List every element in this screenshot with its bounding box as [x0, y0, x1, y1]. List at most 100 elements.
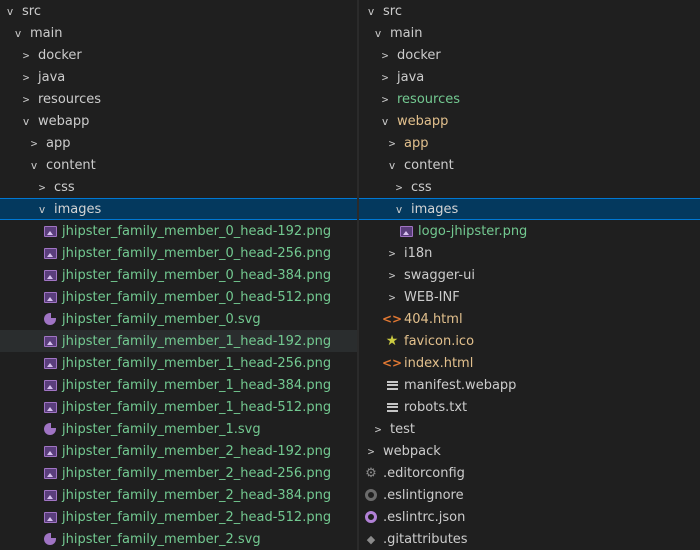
chevron-down-icon[interactable]	[377, 113, 393, 129]
chevron-right-icon[interactable]	[18, 91, 34, 107]
tree-folder-test[interactable]: test	[359, 418, 700, 440]
image-file-icon	[42, 333, 58, 349]
chevron-right-icon[interactable]	[377, 91, 393, 107]
tree-folder-main[interactable]: main	[359, 22, 700, 44]
tree-file-jhipster-family-member-1-head-512-png[interactable]: jhipster_family_member_1_head-512.png	[0, 396, 357, 418]
tree-file-jhipster-family-member-2-head-384-png[interactable]: jhipster_family_member_2_head-384.png	[0, 484, 357, 506]
chevron-right-icon[interactable]	[18, 69, 34, 85]
tree-item-label: app	[46, 135, 71, 151]
chevron-right-icon[interactable]	[363, 443, 379, 459]
tree-item-label: index.html	[404, 355, 474, 371]
left-explorer-tree[interactable]: src main docker java resources webapp app conte…	[0, 0, 357, 550]
chevron-right-icon[interactable]	[34, 179, 50, 195]
chevron-right-icon[interactable]	[18, 47, 34, 63]
chevron-down-icon[interactable]	[26, 157, 42, 173]
tree-folder-i18n[interactable]: i18n	[359, 242, 700, 264]
tree-file-gitattributes[interactable]: ◆ .gitattributes	[359, 528, 700, 550]
chevron-right-icon[interactable]	[391, 179, 407, 195]
chevron-down-icon[interactable]	[2, 3, 18, 19]
tree-file-jhipster-family-member-0-head-384-png[interactable]: jhipster_family_member_0_head-384.png	[0, 264, 357, 286]
chevron-right-icon[interactable]	[384, 135, 400, 151]
tree-file-jhipster-family-member-2-head-512-png[interactable]: jhipster_family_member_2_head-512.png	[0, 506, 357, 528]
tree-folder-webpack[interactable]: webpack	[359, 440, 700, 462]
tree-file-jhipster-family-member-0-head-512-png[interactable]: jhipster_family_member_0_head-512.png	[0, 286, 357, 308]
tree-file-jhipster-family-member-0-head-256-png[interactable]: jhipster_family_member_0_head-256.png	[0, 242, 357, 264]
tree-folder-css[interactable]: css	[359, 176, 700, 198]
tree-file-jhipster-family-member-2-head-256-png[interactable]: jhipster_family_member_2_head-256.png	[0, 462, 357, 484]
chevron-down-icon[interactable]	[10, 25, 26, 41]
image-file-icon	[42, 289, 58, 305]
tree-file-jhipster-family-member-0-svg[interactable]: jhipster_family_member_0.svg	[0, 308, 357, 330]
tree-folder-content[interactable]: content	[0, 154, 357, 176]
tree-folder-css[interactable]: css	[0, 176, 357, 198]
tree-folder-src[interactable]: src	[359, 0, 700, 22]
tree-file-jhipster-family-member-1-head-384-png[interactable]: jhipster_family_member_1_head-384.png	[0, 374, 357, 396]
tree-folder-java[interactable]: java	[359, 66, 700, 88]
tree-item-label: favicon.ico	[404, 333, 475, 349]
tree-file-jhipster-family-member-2-svg[interactable]: jhipster_family_member_2.svg	[0, 528, 357, 550]
right-explorer-tree[interactable]: src main docker java resources webapp app conte…	[359, 0, 700, 550]
chevron-right-icon[interactable]	[384, 245, 400, 261]
tree-file-eslintignore[interactable]: .eslintignore	[359, 484, 700, 506]
tree-folder-webapp[interactable]: webapp	[0, 110, 357, 132]
tree-file-editorconfig[interactable]: ⚙ .editorconfig	[359, 462, 700, 484]
tree-folder-webapp[interactable]: webapp	[359, 110, 700, 132]
svg-file-icon	[42, 311, 58, 327]
image-file-icon	[42, 267, 58, 283]
tree-file-jhipster-family-member-1-svg[interactable]: jhipster_family_member_1.svg	[0, 418, 357, 440]
tree-item-label: webapp	[38, 113, 90, 129]
image-file-icon	[42, 245, 58, 261]
tree-file-favicon-ico[interactable]: ★ favicon.ico	[359, 330, 700, 352]
chevron-down-icon[interactable]	[363, 3, 379, 19]
tree-item-label: src	[383, 3, 402, 19]
tree-item-label: docker	[38, 47, 82, 63]
tree-item-label: main	[30, 25, 63, 41]
tree-file-robots-txt[interactable]: robots.txt	[359, 396, 700, 418]
tree-folder-swagger-ui[interactable]: swagger-ui	[359, 264, 700, 286]
tree-folder-images[interactable]: images	[359, 198, 700, 220]
tree-folder-app[interactable]: app	[359, 132, 700, 154]
tree-item-label: css	[54, 179, 75, 195]
chevron-down-icon[interactable]	[34, 201, 50, 217]
tree-file-jhipster-family-member-1-head-192-png[interactable]: jhipster_family_member_1_head-192.png	[0, 330, 357, 352]
tree-folder-resources[interactable]: resources	[359, 88, 700, 110]
tree-file-404-html[interactable]: <> 404.html	[359, 308, 700, 330]
tree-item-label: java	[397, 69, 425, 85]
image-file-icon	[42, 223, 58, 239]
chevron-down-icon[interactable]	[391, 201, 407, 217]
tree-file-manifest-webapp[interactable]: manifest.webapp	[359, 374, 700, 396]
tree-item-label: content	[46, 157, 96, 173]
tree-folder-app[interactable]: app	[0, 132, 357, 154]
tree-item-label: images	[54, 201, 102, 217]
tree-folder-content[interactable]: content	[359, 154, 700, 176]
tree-file-jhipster-family-member-2-head-192-png[interactable]: jhipster_family_member_2_head-192.png	[0, 440, 357, 462]
tree-file-logo-jhipster-png[interactable]: logo-jhipster.png	[359, 220, 700, 242]
tree-file-jhipster-family-member-0-head-192-png[interactable]: jhipster_family_member_0_head-192.png	[0, 220, 357, 242]
tree-item-label: WEB-INF	[404, 289, 460, 305]
chevron-right-icon[interactable]	[377, 47, 393, 63]
tree-file-jhipster-family-member-1-head-256-png[interactable]: jhipster_family_member_1_head-256.png	[0, 352, 357, 374]
chevron-down-icon[interactable]	[370, 25, 386, 41]
chevron-right-icon[interactable]	[377, 69, 393, 85]
tree-file-eslintrc-json[interactable]: .eslintrc.json	[359, 506, 700, 528]
tree-item-label: webpack	[383, 443, 441, 459]
tree-folder-docker[interactable]: docker	[359, 44, 700, 66]
image-file-icon	[398, 223, 414, 239]
chevron-right-icon[interactable]	[384, 289, 400, 305]
chevron-right-icon[interactable]	[370, 421, 386, 437]
chevron-right-icon[interactable]	[26, 135, 42, 151]
tree-item-label: jhipster_family_member_2_head-512.png	[62, 509, 332, 525]
tree-folder-java[interactable]: java	[0, 66, 357, 88]
tree-folder-main[interactable]: main	[0, 22, 357, 44]
chevron-down-icon[interactable]	[18, 113, 34, 129]
tree-folder-web-inf[interactable]: WEB-INF	[359, 286, 700, 308]
tree-item-label: jhipster_family_member_0_head-256.png	[62, 245, 332, 261]
tree-folder-resources[interactable]: resources	[0, 88, 357, 110]
chevron-down-icon[interactable]	[384, 157, 400, 173]
image-file-icon	[42, 443, 58, 459]
tree-folder-src[interactable]: src	[0, 0, 357, 22]
tree-folder-docker[interactable]: docker	[0, 44, 357, 66]
tree-file-index-html[interactable]: <> index.html	[359, 352, 700, 374]
chevron-right-icon[interactable]	[384, 267, 400, 283]
tree-folder-images[interactable]: images	[0, 198, 357, 220]
